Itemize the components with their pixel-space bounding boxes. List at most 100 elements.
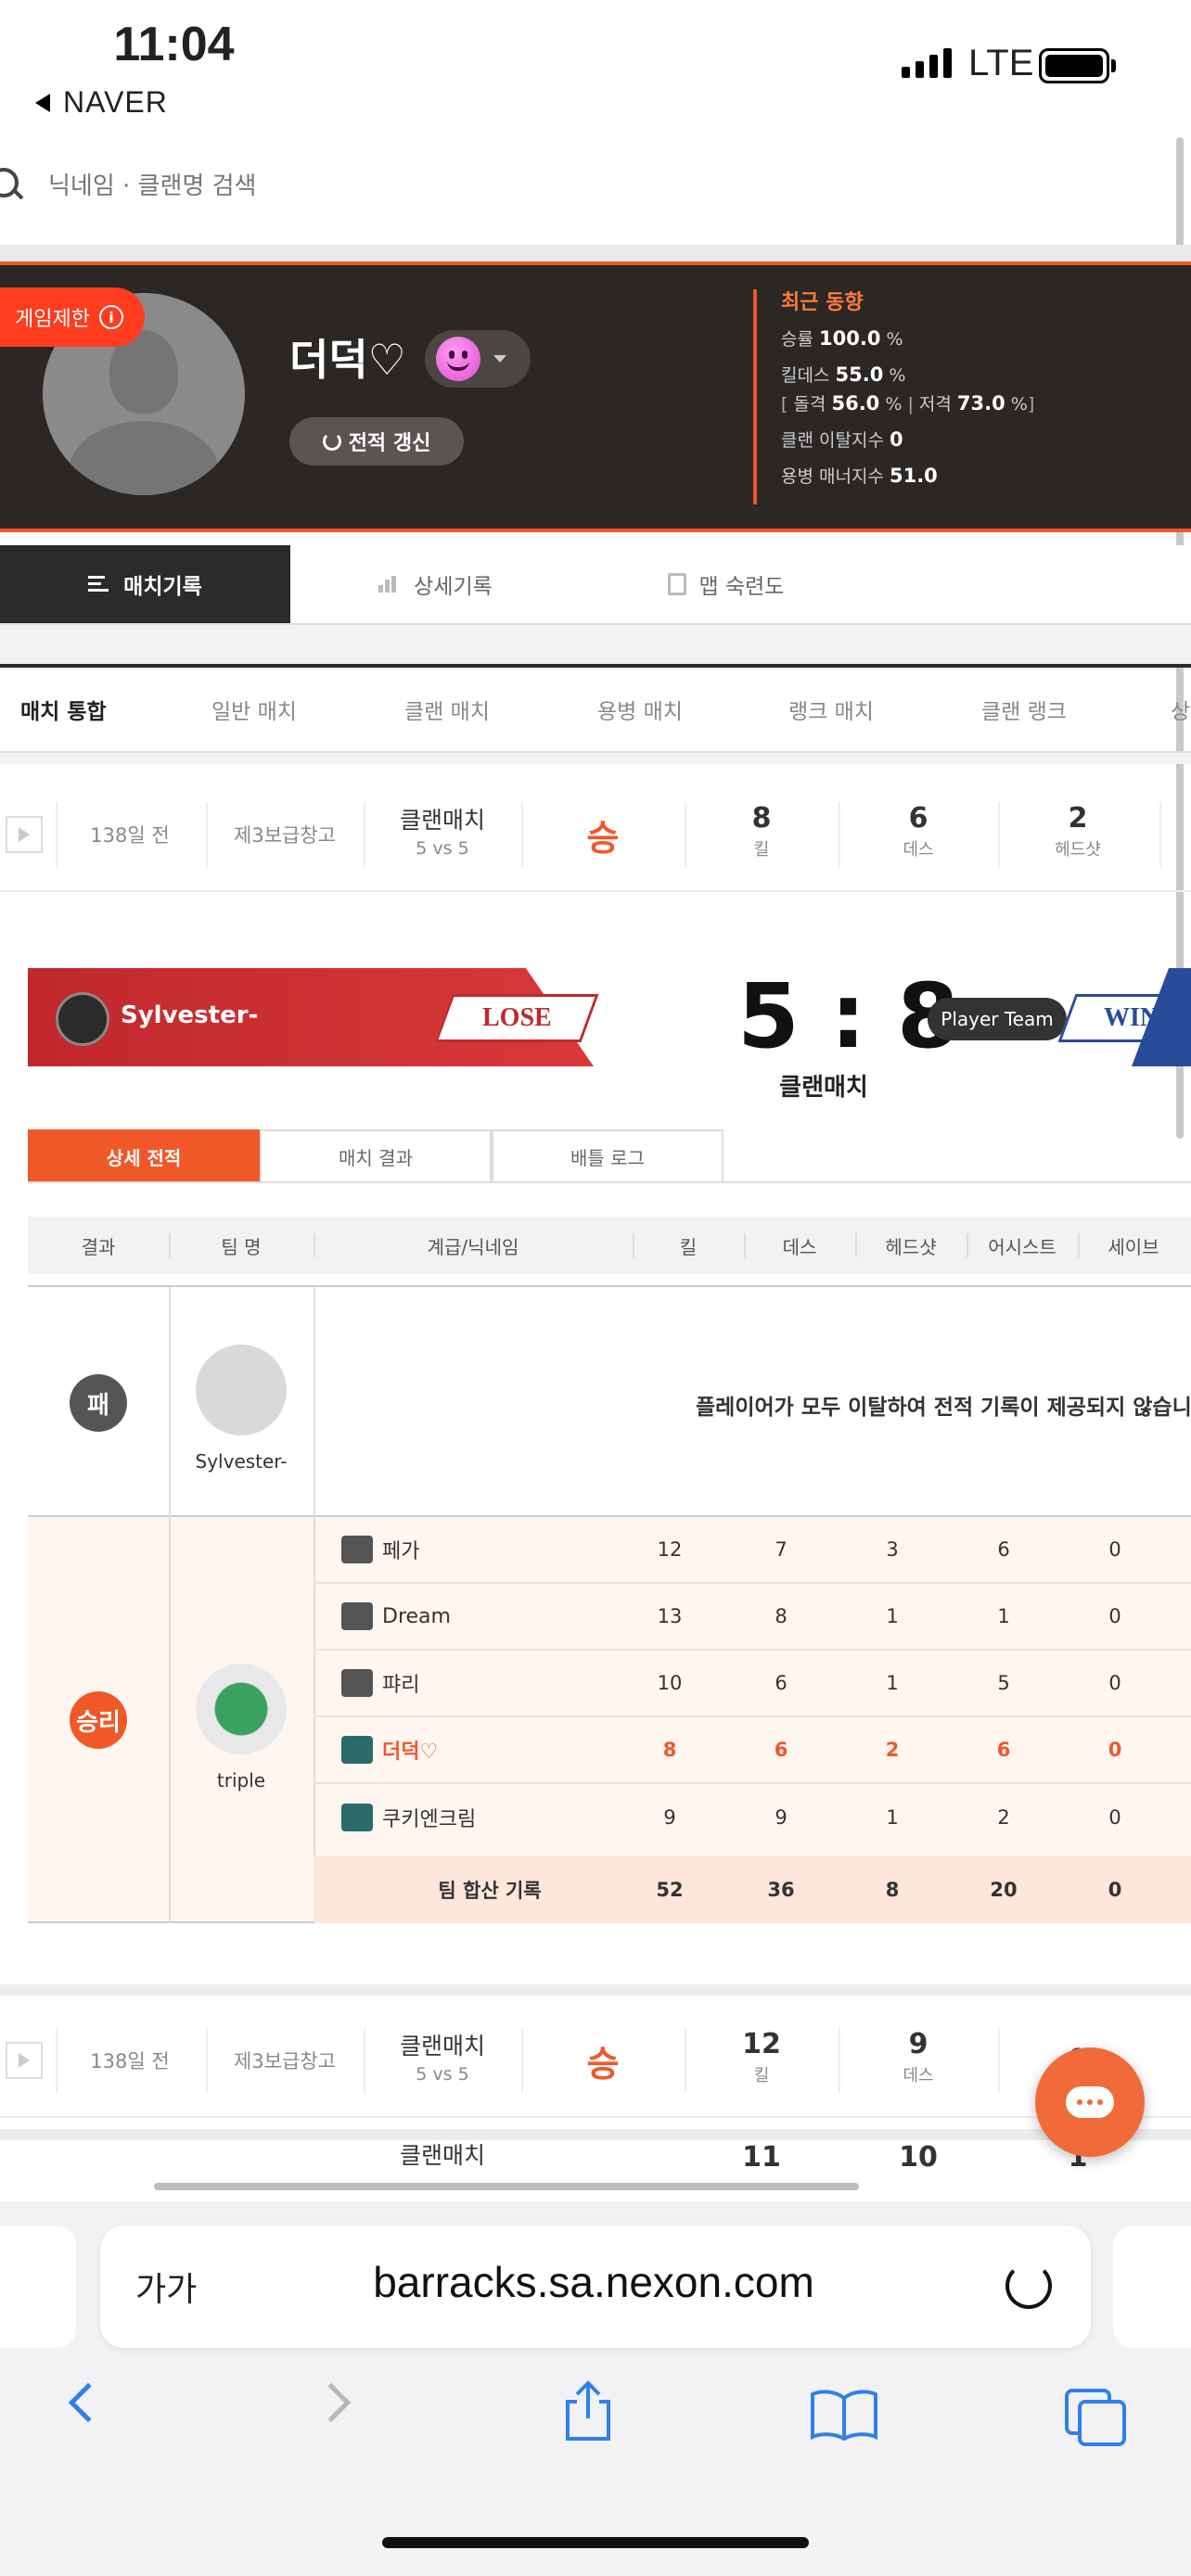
match-row[interactable]: 138일 전 제3보급창고 클랜매치 5 vs 5 승 8킬 6 데스 2 헤드샷 (0, 779, 1191, 892)
match-deaths: 9 데스 (903, 2028, 934, 2086)
player-deaths: 6 (774, 1739, 788, 1761)
winning-team-block: 승리 triple 페가 12 7 3 6 0 Dream 13 8 1 1 0… (28, 1517, 1191, 1923)
tab-detail-stats[interactable]: 상세 전적 (28, 1129, 260, 1183)
player-kills: 9 (663, 1806, 676, 1829)
share-icon[interactable] (560, 2379, 616, 2442)
player-headshots: 1 (886, 1605, 899, 1627)
player-assists: 1 (997, 1605, 1010, 1627)
chat-bubble-icon (1066, 2086, 1114, 2118)
player-name[interactable]: 페가 (382, 1535, 419, 1564)
player-deaths: 9 (775, 1806, 788, 1829)
player-row[interactable]: Dream 13 8 1 1 0 (314, 1584, 1191, 1651)
col-deaths: 데스 (782, 1235, 817, 1258)
player-row[interactable]: 페가 12 7 3 6 0 (314, 1517, 1191, 1584)
losing-team-name: Sylvester- (121, 1001, 259, 1029)
battery-icon (1039, 48, 1109, 83)
team-total-row: 팀 합산 기록 52 36 8 20 0 (314, 1856, 1191, 1923)
match-kills: 11 (742, 2142, 781, 2174)
stats-divider (753, 289, 757, 504)
refresh-record-button[interactable]: 전적 갱신 (289, 417, 464, 465)
subtab-mercenary[interactable]: 용병 매치 (597, 694, 683, 725)
winning-team-name: Player Team (928, 998, 1067, 1040)
player-assists: 6 (997, 1538, 1010, 1561)
search-input[interactable] (46, 172, 696, 201)
subtab-rank[interactable]: 랭크 매치 (788, 694, 874, 725)
player-saves: 0 (1108, 1672, 1121, 1694)
horizontal-scrollbar[interactable] (154, 2183, 859, 2190)
signal-icon (902, 48, 952, 78)
tab-match-result[interactable]: 매치 결과 (260, 1129, 492, 1183)
recent-title: 최근 동향 (781, 291, 864, 314)
info-icon[interactable]: i (98, 305, 123, 329)
tab-map-proficiency[interactable]: 맵 숙련도 (581, 545, 871, 623)
player-saves: 0 (1108, 1806, 1121, 1829)
section-divider (0, 753, 1191, 764)
tab-match-record[interactable]: 매치기록 (0, 545, 290, 623)
subtab-normal[interactable]: 일반 매치 (211, 694, 297, 725)
player-row-highlighted[interactable]: 더덕♡ 8 6 2 6 0 (314, 1717, 1191, 1784)
total-saves: 0 (1108, 1879, 1122, 1901)
kd-stat: 킬데스 55.0 % (781, 363, 906, 386)
match-score: 5 : 8 (737, 964, 959, 1068)
emoji-selector[interactable] (425, 330, 531, 388)
tab-label: 상세기록 (414, 575, 493, 599)
match-row[interactable]: 138일 전 제3보급창고 클랜매치5 vs 5 승 12킬 9데스 0 (0, 2005, 1191, 2118)
tabs-icon[interactable] (1063, 2387, 1128, 2448)
player-name[interactable]: 더덕♡ (382, 1735, 438, 1765)
refresh-label: 전적 갱신 (348, 432, 431, 455)
no-record-message: 플레이어가 모두 이탈하여 전적 기록이 제공되지 않습니다 (696, 1396, 1191, 1420)
subtab-all[interactable]: 매치 통합 (20, 694, 107, 725)
match-type: 클랜매치 5 vs 5 (399, 2033, 485, 2085)
url-text[interactable]: barracks.sa.nexon.com (250, 2257, 937, 2307)
match-row-partial[interactable]: 클랜매치 11 10 1 (0, 2142, 1191, 2201)
search-bar[interactable] (0, 147, 1191, 226)
network-label: LTE (968, 43, 1034, 83)
expand-play-icon[interactable] (6, 2042, 43, 2079)
lose-badge: 패 (70, 1374, 127, 1432)
total-headshots: 8 (885, 1879, 900, 1901)
match-ago: 138일 전 (90, 824, 170, 847)
team-name: Sylvester- (195, 1450, 288, 1473)
total-deaths: 36 (767, 1879, 795, 1901)
match-result: 승 (586, 2043, 620, 2085)
col-saves: 세이브 (1108, 1235, 1159, 1258)
col-result: 결과 (81, 1235, 116, 1258)
subtab-clan[interactable]: 클랜 매치 (404, 694, 490, 725)
search-icon[interactable] (0, 168, 26, 205)
chevron-down-icon (493, 355, 506, 363)
recent-stats: 최근 동향 승률 100.0 % 킬데스 55.0 % [ 돌격 56.0 % … (781, 286, 1034, 494)
previous-tab-preview[interactable] (0, 2225, 76, 2348)
tab-battle-log[interactable]: 배틀 로그 (492, 1129, 724, 1183)
chat-button[interactable] (1035, 2047, 1145, 2157)
section-divider (0, 2129, 1191, 2140)
tab-detail-record[interactable]: 상세기록 (290, 545, 581, 623)
bookmarks-icon[interactable] (809, 2389, 879, 2441)
player-row[interactable]: 퍄리 10 6 1 5 0 (314, 1651, 1191, 1717)
section-divider (0, 1984, 1191, 1996)
back-to-app-link[interactable]: NAVER (35, 85, 168, 120)
player-assists: 5 (997, 1672, 1010, 1694)
player-name[interactable]: Dream (382, 1605, 451, 1628)
rank-icon (341, 1602, 373, 1630)
player-name[interactable]: 퍄리 (382, 1668, 419, 1698)
game-restriction-badge[interactable]: 게임제한 i (0, 287, 145, 347)
clan-emblem-icon (56, 992, 109, 1046)
back-app-label: NAVER (63, 85, 168, 119)
match-deaths: 6 데스 (903, 802, 934, 861)
tab-label: 매치기록 (123, 575, 202, 599)
subtab-more[interactable]: 상 (1171, 694, 1190, 725)
expand-play-icon[interactable] (6, 816, 43, 853)
player-row[interactable]: 쿠키엔크림 9 9 1 2 0 (314, 1784, 1191, 1851)
reload-icon[interactable] (1005, 2263, 1052, 2309)
next-tab-preview[interactable] (1113, 2225, 1191, 2348)
home-indicator[interactable] (382, 2537, 809, 2548)
subtab-clan-rank[interactable]: 클랜 랭크 (981, 694, 1067, 725)
match-kills: 12 킬 (742, 2028, 781, 2086)
text-size-button[interactable]: 가가 (135, 2263, 197, 2311)
smiley-face-icon (436, 337, 480, 381)
match-deaths: 10 (899, 2142, 938, 2174)
lose-tag: LOSE (434, 994, 599, 1042)
player-name[interactable]: 쿠키엔크림 (382, 1803, 476, 1832)
match-map: 제3보급창고 (234, 824, 336, 847)
total-label: 팀 합산 기록 (438, 1880, 542, 1902)
